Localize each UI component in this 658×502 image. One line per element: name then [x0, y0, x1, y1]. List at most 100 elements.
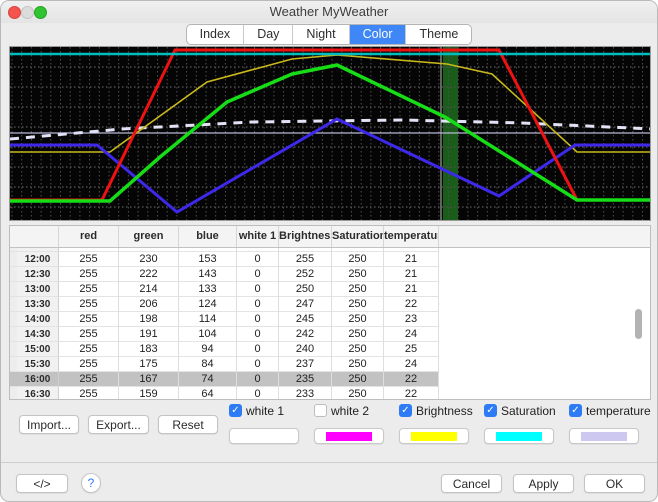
cell-green[interactable]: 230	[119, 252, 179, 267]
table-row-1400[interactable]: 14:00255198114024525023	[10, 312, 650, 327]
table-row-1330[interactable]: 13:30255206124024725022	[10, 297, 650, 312]
white-1-color-button[interactable]	[229, 428, 299, 444]
cell-temperature[interactable]: 24	[384, 357, 439, 372]
cell-white-1[interactable]: 0	[237, 312, 279, 327]
cell-Brightness[interactable]: 252	[279, 267, 332, 282]
cell-white-1[interactable]: 0	[237, 372, 279, 387]
cell-temperature[interactable]: 21	[384, 282, 439, 297]
cell-white-1[interactable]: 0	[237, 342, 279, 357]
cell-Saturation[interactable]: 250	[332, 297, 384, 312]
cell-temperature[interactable]: 21	[384, 267, 439, 282]
table-row-1630[interactable]: 16:3025515964023325022	[10, 387, 650, 399]
tab-color[interactable]: Color	[350, 25, 407, 44]
cell-red[interactable]: 255	[59, 357, 119, 372]
cell-green[interactable]: 159	[119, 387, 179, 399]
table-row-1430[interactable]: 14:30255191104024225024	[10, 327, 650, 342]
cell-Brightness[interactable]: 237	[279, 357, 332, 372]
cell-red[interactable]: 255	[59, 372, 119, 387]
cell-white-1[interactable]: 0	[237, 267, 279, 282]
cell-red[interactable]: 255	[59, 387, 119, 399]
cell-blue[interactable]: 94	[179, 342, 237, 357]
white-1-checkbox[interactable]: ✓	[229, 404, 242, 417]
cell-green[interactable]: 183	[119, 342, 179, 357]
cancel-button[interactable]: Cancel	[441, 474, 502, 493]
cell-red[interactable]: 255	[59, 297, 119, 312]
tab-day[interactable]: Day	[244, 25, 293, 44]
temperature-color-button[interactable]	[569, 428, 639, 444]
cell-blue[interactable]: 84	[179, 357, 237, 372]
cell-blue[interactable]: 104	[179, 327, 237, 342]
title-bar[interactable]: Weather MyWeather	[1, 1, 657, 23]
cell-white-1[interactable]: 0	[237, 327, 279, 342]
table-row-1300[interactable]: 13:00255214133025025021	[10, 282, 650, 297]
cell-Brightness[interactable]: 242	[279, 327, 332, 342]
ok-button[interactable]: OK	[584, 474, 645, 493]
help-button[interactable]: ?	[81, 473, 101, 493]
cell-Brightness[interactable]: 235	[279, 372, 332, 387]
cell-red[interactable]: 255	[59, 327, 119, 342]
cell-white-1[interactable]: 0	[237, 387, 279, 399]
Saturation-color-button[interactable]	[484, 428, 554, 444]
cell-blue[interactable]: 114	[179, 312, 237, 327]
Brightness-checkbox[interactable]: ✓	[399, 404, 412, 417]
color-curves-chart[interactable]	[9, 46, 651, 221]
cell-red[interactable]: 255	[59, 312, 119, 327]
cell-white-1[interactable]: 0	[237, 282, 279, 297]
cell-Brightness[interactable]: 233	[279, 387, 332, 399]
cell-green[interactable]: 214	[119, 282, 179, 297]
cell-Brightness[interactable]: 245	[279, 312, 332, 327]
Saturation-checkbox[interactable]: ✓	[484, 404, 497, 417]
table-row-1500[interactable]: 15:0025518394024025025	[10, 342, 650, 357]
cell-temperature[interactable]: 25	[384, 342, 439, 357]
cell-red[interactable]: 255	[59, 342, 119, 357]
temperature-checkbox[interactable]: ✓	[569, 404, 582, 417]
cell-blue[interactable]: 153	[179, 252, 237, 267]
reset-button[interactable]: Reset	[158, 415, 218, 434]
table-row-1600[interactable]: 16:0025516774023525022	[10, 372, 650, 387]
export-button[interactable]: Export...	[88, 415, 149, 434]
cell-Brightness[interactable]: 240	[279, 342, 332, 357]
cell-blue[interactable]: 124	[179, 297, 237, 312]
cell-temperature[interactable]: 22	[384, 297, 439, 312]
cell-green[interactable]: 191	[119, 327, 179, 342]
cell-Saturation[interactable]: 250	[332, 357, 384, 372]
cell-temperature[interactable]: 21	[384, 252, 439, 267]
table-row-1200[interactable]: 12:00255230153025525021	[10, 252, 650, 267]
vertical-scrollbar-thumb[interactable]	[635, 309, 642, 339]
cell-white-1[interactable]: 0	[237, 297, 279, 312]
cell-green[interactable]: 175	[119, 357, 179, 372]
Brightness-color-button[interactable]	[399, 428, 469, 444]
white-2-checkbox[interactable]	[314, 404, 327, 417]
cell-red[interactable]: 255	[59, 267, 119, 282]
cell-Saturation[interactable]: 250	[332, 387, 384, 399]
cell-Brightness[interactable]: 247	[279, 297, 332, 312]
cell-Saturation[interactable]: 250	[332, 342, 384, 357]
cell-red[interactable]: 255	[59, 282, 119, 297]
code-view-button[interactable]: </>	[16, 474, 68, 493]
cell-white-1[interactable]: 0	[237, 252, 279, 267]
cell-blue[interactable]: 143	[179, 267, 237, 282]
cell-Saturation[interactable]: 250	[332, 327, 384, 342]
cell-Saturation[interactable]: 250	[332, 267, 384, 282]
cell-red[interactable]: 255	[59, 252, 119, 267]
cell-green[interactable]: 198	[119, 312, 179, 327]
cell-temperature[interactable]: 22	[384, 387, 439, 399]
cell-green[interactable]: 167	[119, 372, 179, 387]
cell-white-1[interactable]: 0	[237, 357, 279, 372]
table-row-1230[interactable]: 12:30255222143025225021	[10, 267, 650, 282]
import-button[interactable]: Import...	[19, 415, 79, 434]
cell-Saturation[interactable]: 250	[332, 312, 384, 327]
cell-Saturation[interactable]: 250	[332, 282, 384, 297]
apply-button[interactable]: Apply	[513, 474, 574, 493]
cell-Saturation[interactable]: 250	[332, 372, 384, 387]
cell-green[interactable]: 206	[119, 297, 179, 312]
cell-temperature[interactable]: 22	[384, 372, 439, 387]
cell-temperature[interactable]: 23	[384, 312, 439, 327]
cell-Brightness[interactable]: 250	[279, 282, 332, 297]
tab-index[interactable]: Index	[187, 25, 245, 44]
cell-blue[interactable]: 74	[179, 372, 237, 387]
cell-blue[interactable]: 64	[179, 387, 237, 399]
cell-blue[interactable]: 133	[179, 282, 237, 297]
tab-theme[interactable]: Theme	[406, 25, 471, 44]
tab-night[interactable]: Night	[293, 25, 349, 44]
